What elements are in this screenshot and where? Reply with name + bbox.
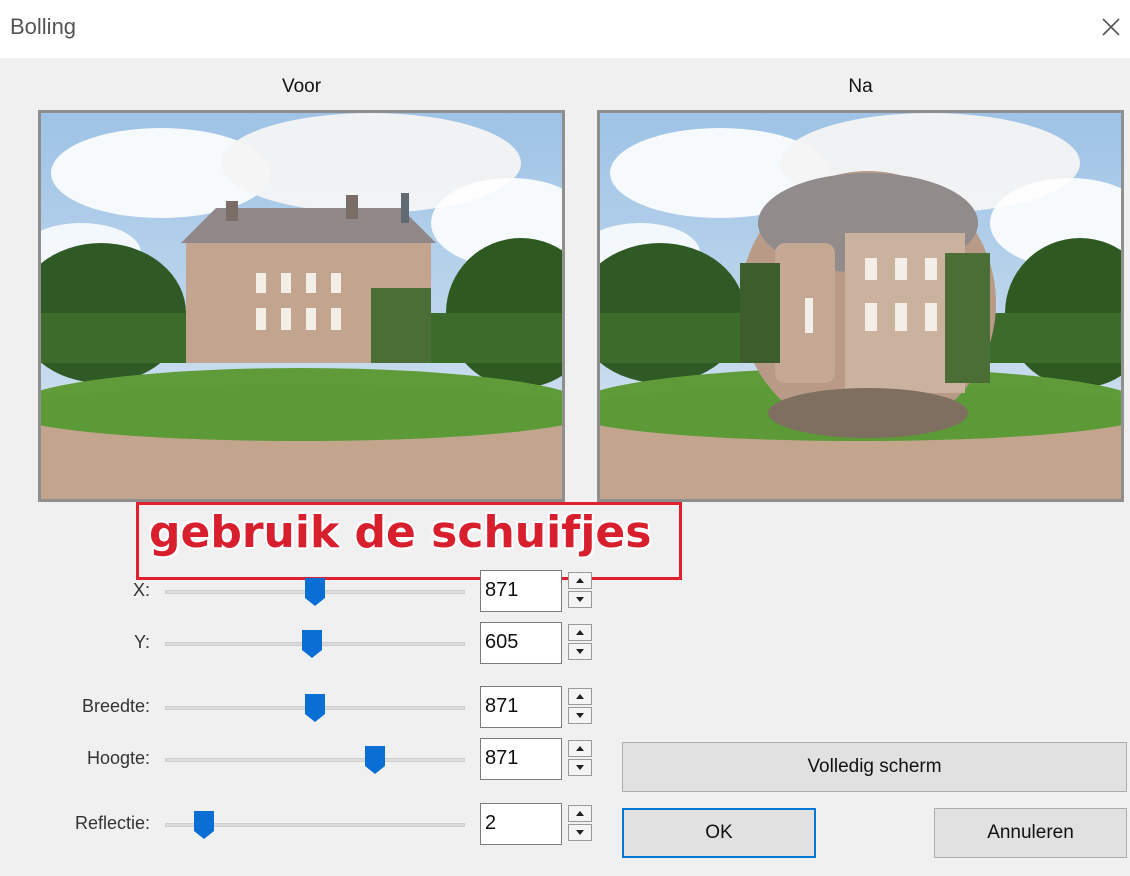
breedte-value-field[interactable]: 871: [480, 686, 562, 728]
spin-up-icon[interactable]: [568, 740, 592, 757]
before-label: Voor: [281, 76, 322, 97]
y-value-field[interactable]: 605: [480, 622, 562, 664]
annotation-text: gebruik de schuifjes: [149, 507, 652, 558]
x-value-field[interactable]: 871: [480, 570, 562, 612]
reflectie-value-field[interactable]: 2: [480, 803, 562, 845]
window-title: Bolling: [10, 14, 77, 39]
cancel-button[interactable]: Annuleren: [934, 808, 1127, 858]
control-row-hoogte: Hoogte: 871: [0, 738, 620, 782]
spin-down-icon[interactable]: [568, 824, 592, 841]
x-spinner[interactable]: [568, 572, 594, 610]
control-row-breedte: Breedte: 871: [0, 686, 620, 730]
hoogte-spinner[interactable]: [568, 740, 594, 778]
hoogte-value-field[interactable]: 871: [480, 738, 562, 780]
breedte-spinner[interactable]: [568, 688, 594, 726]
y-spinner[interactable]: [568, 624, 594, 662]
breedte-slider-thumb[interactable]: [305, 694, 325, 722]
before-preview-image: [38, 110, 565, 502]
hoogte-slider-track[interactable]: [165, 758, 465, 762]
breedte-label: Breedte:: [81, 696, 150, 716]
y-slider-thumb[interactable]: [302, 630, 322, 658]
after-label: Na: [848, 76, 873, 97]
hoogte-label: Hoogte:: [86, 748, 150, 768]
hoogte-slider-thumb[interactable]: [365, 746, 385, 774]
spin-up-icon[interactable]: [568, 624, 592, 641]
spin-down-icon[interactable]: [568, 759, 592, 776]
spin-up-icon[interactable]: [568, 688, 592, 705]
title-bar: Bolling: [0, 0, 1130, 58]
annotation-banner: gebruik de schuifjes: [136, 502, 682, 580]
spin-down-icon[interactable]: [568, 643, 592, 660]
control-row-reflectie: Reflectie: 2: [0, 803, 620, 847]
spin-up-icon[interactable]: [568, 805, 592, 822]
reflectie-label: Reflectie:: [74, 813, 150, 833]
after-preview-image: [597, 110, 1124, 502]
spin-up-icon[interactable]: [568, 572, 592, 589]
close-icon[interactable]: [1098, 14, 1124, 40]
control-row-y: Y: 605: [0, 622, 620, 666]
reflectie-slider-thumb[interactable]: [194, 811, 214, 839]
spin-down-icon[interactable]: [568, 707, 592, 724]
ok-button[interactable]: OK: [622, 808, 816, 858]
x-label: X:: [132, 580, 150, 600]
spin-down-icon[interactable]: [568, 591, 592, 608]
y-label: Y:: [133, 632, 150, 652]
control-row-x: X: 871: [0, 570, 620, 614]
x-slider-thumb[interactable]: [305, 578, 325, 606]
reflectie-spinner[interactable]: [568, 805, 594, 843]
fullscreen-button[interactable]: Volledig scherm: [622, 742, 1127, 792]
